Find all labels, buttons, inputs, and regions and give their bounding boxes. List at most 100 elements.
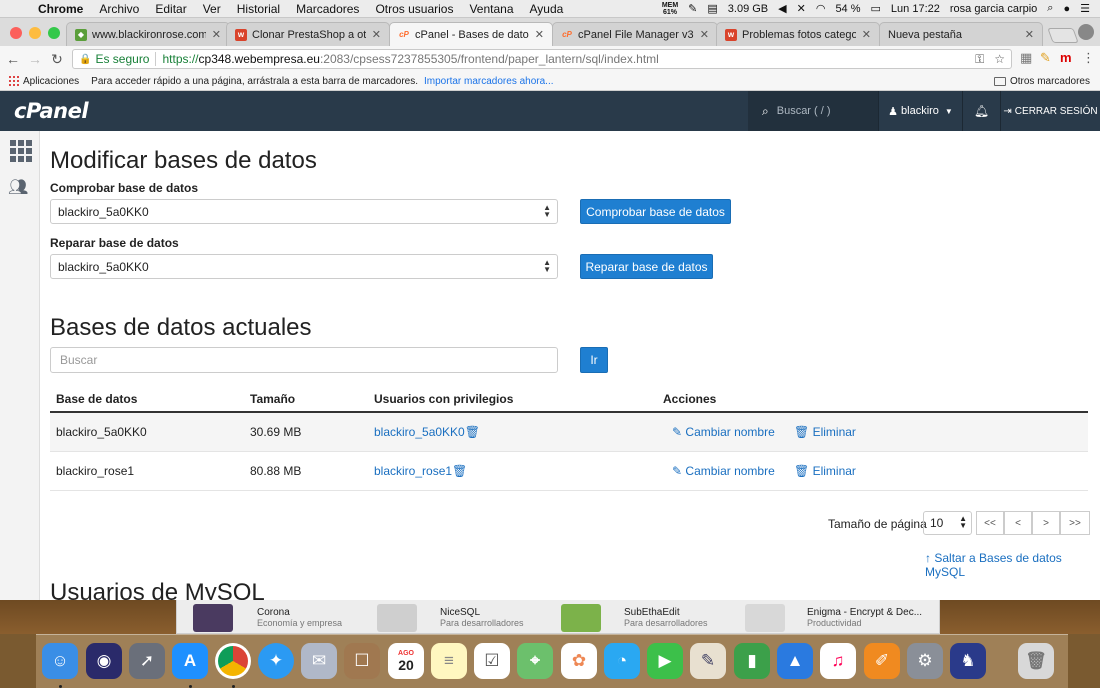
rename-action[interactable]: ✎ Cambiar nombre bbox=[672, 425, 775, 439]
corona-app-icon[interactable] bbox=[193, 604, 233, 632]
wifi-icon[interactable]: ◠ bbox=[816, 2, 826, 15]
messages-icon[interactable]: ◔ bbox=[604, 643, 640, 679]
siri-icon[interactable]: ◉ bbox=[86, 643, 122, 679]
battery-status[interactable]: 54 % bbox=[835, 3, 860, 15]
close-window-button[interactable] bbox=[10, 27, 22, 39]
menu-otros-usuarios[interactable]: Otros usuarios bbox=[375, 2, 453, 16]
trash-icon[interactable]: 🗑︎ bbox=[1018, 643, 1054, 679]
extension-wrench-icon[interactable]: ✎ bbox=[1040, 50, 1051, 66]
forward-icon[interactable]: → bbox=[26, 51, 44, 67]
launchpad-icon[interactable]: ➚ bbox=[129, 643, 165, 679]
menu-ventana[interactable]: Ventana bbox=[469, 2, 513, 16]
db-user-link[interactable]: blackiro_5a0KK0 bbox=[374, 425, 465, 439]
tab-blackironrose[interactable]: ◆ www.blackironrose.com/adm ✕ bbox=[66, 22, 230, 46]
db-user-link[interactable]: blackiro_rose1 bbox=[374, 464, 452, 478]
airdrop-icon[interactable]: ✕ bbox=[797, 2, 806, 15]
wrench-icon[interactable]: ✎ bbox=[688, 2, 697, 15]
menu-ayuda[interactable]: Ayuda bbox=[530, 2, 564, 16]
address-bar[interactable]: 🔒 Es seguro https:// cp348.webempresa.eu… bbox=[72, 49, 1012, 69]
safari-icon[interactable]: ✦ bbox=[258, 643, 294, 679]
sound-icon[interactable]: ◀ bbox=[778, 2, 786, 15]
clock[interactable]: Lun 17:22 bbox=[891, 3, 940, 15]
pages-icon[interactable]: ✎ bbox=[690, 643, 726, 679]
menu-editar[interactable]: Editar bbox=[155, 2, 186, 16]
tab-cpanel-bases-de-datos[interactable]: cP cPanel - Bases de datos de M ✕ bbox=[389, 22, 553, 46]
close-tab-icon[interactable]: ✕ bbox=[535, 28, 544, 41]
profile-avatar-icon[interactable] bbox=[1078, 24, 1094, 40]
user-menu[interactable]: ♟ blackiro ▼ bbox=[878, 91, 962, 131]
new-tab-button[interactable] bbox=[1047, 28, 1079, 43]
maps-icon[interactable]: ⌖ bbox=[517, 643, 553, 679]
notes-icon[interactable]: ≡ bbox=[431, 643, 467, 679]
itunes-icon[interactable]: ♫ bbox=[820, 643, 856, 679]
mail-icon[interactable]: ✉ bbox=[301, 643, 337, 679]
database-search-input[interactable] bbox=[50, 347, 558, 373]
rename-action[interactable]: ✎ Cambiar nombre bbox=[672, 464, 775, 478]
tab-clonar-prestashop[interactable]: w Clonar PrestaShop a otra cu ✕ bbox=[226, 22, 390, 46]
subethaedit-app-icon[interactable] bbox=[561, 604, 601, 632]
keynote-icon[interactable]: ▲ bbox=[777, 643, 813, 679]
memory-status[interactable]: MEM 61% bbox=[662, 2, 678, 16]
check-db-button[interactable]: Comprobar base de datos bbox=[580, 199, 731, 224]
storage-value[interactable]: 3.09 GB bbox=[728, 3, 768, 15]
drive-icon[interactable]: ▤ bbox=[707, 2, 717, 15]
last-page-button[interactable]: >> bbox=[1060, 511, 1090, 535]
close-tab-icon[interactable]: ✕ bbox=[372, 28, 381, 41]
trash-icon[interactable]: 🗑︎ bbox=[452, 464, 467, 478]
other-bookmarks[interactable]: Otros marcadores bbox=[993, 76, 1090, 87]
back-icon[interactable]: ← bbox=[4, 51, 22, 67]
delete-action[interactable]: 🗑︎ Eliminar bbox=[794, 425, 856, 439]
siri-icon[interactable]: ● bbox=[1063, 3, 1070, 15]
store-item-corona[interactable]: Corona Economía y empresa bbox=[257, 607, 342, 629]
menu-historial[interactable]: Historial bbox=[237, 2, 280, 16]
users-icon[interactable]: 👥︎ bbox=[8, 177, 28, 197]
import-bookmarks-link[interactable]: Importar marcadores ahora... bbox=[424, 76, 554, 87]
extension-icon[interactable]: ▦ bbox=[1020, 50, 1032, 66]
delete-action[interactable]: 🗑︎ Eliminar bbox=[794, 464, 856, 478]
tab-cpanel-file-manager[interactable]: cP cPanel File Manager v3 ✕ bbox=[552, 22, 718, 46]
reload-icon[interactable]: ↻ bbox=[48, 51, 66, 68]
jump-to-mysql-link[interactable]: ↑ Saltar a Bases de datos MySQL bbox=[925, 551, 1100, 579]
store-item-subethaedit[interactable]: SubEthaEdit Para desarrolladores bbox=[624, 607, 708, 629]
menu-app-name[interactable]: Chrome bbox=[38, 2, 83, 16]
current-user[interactable]: rosa garcia carpio bbox=[950, 3, 1037, 15]
tab-problemas-fotos[interactable]: w Problemas fotos categorías ✕ bbox=[716, 22, 880, 46]
tab-nueva-pestana[interactable]: Nueva pestaña ✕ bbox=[879, 22, 1043, 46]
page-size-select[interactable]: 10 ▲ ▼ bbox=[923, 511, 972, 535]
first-page-button[interactable]: << bbox=[976, 511, 1004, 535]
cpanel-search[interactable]: ⌕ Buscar ( / ) bbox=[748, 91, 878, 131]
store-item-enigma[interactable]: Enigma - Encrypt & Dec... Productividad bbox=[807, 607, 922, 629]
photos-icon[interactable]: ✿ bbox=[561, 643, 597, 679]
spotlight-icon[interactable]: ⌕ bbox=[1047, 2, 1053, 15]
menu-ver[interactable]: Ver bbox=[203, 2, 221, 16]
close-tab-icon[interactable]: ✕ bbox=[700, 28, 709, 41]
notification-center-icon[interactable]: ☰ bbox=[1080, 2, 1090, 15]
enigma-app-icon[interactable] bbox=[745, 604, 785, 632]
next-page-button[interactable]: > bbox=[1032, 511, 1060, 535]
close-tab-icon[interactable]: ✕ bbox=[212, 28, 221, 41]
numbers-icon[interactable]: ▮ bbox=[734, 643, 770, 679]
repair-db-select[interactable]: blackiro_5a0KK0 ▲ ▼ bbox=[50, 254, 558, 279]
repair-db-button[interactable]: Reparar base de datos bbox=[580, 254, 713, 279]
col-database[interactable]: Base de datos bbox=[56, 392, 137, 406]
prev-page-button[interactable]: < bbox=[1004, 511, 1032, 535]
bookmark-star-icon[interactable]: ☆ bbox=[994, 52, 1005, 67]
finder-icon[interactable]: ☺ bbox=[42, 643, 78, 679]
app-store-icon[interactable]: A bbox=[172, 643, 208, 679]
go-button[interactable]: Ir bbox=[580, 347, 608, 373]
trash-icon[interactable]: 🗑︎ bbox=[465, 425, 480, 439]
menu-marcadores[interactable]: Marcadores bbox=[296, 2, 359, 16]
cpanel-logo[interactable]: cPanel bbox=[14, 99, 89, 123]
close-tab-icon[interactable]: ✕ bbox=[862, 28, 871, 41]
nicesql-app-icon[interactable] bbox=[377, 604, 417, 632]
calendar-icon[interactable]: AGO 20 bbox=[388, 643, 424, 679]
facetime-icon[interactable]: ▶ bbox=[647, 643, 683, 679]
logout-button[interactable]: ⇥ CERRAR SESIÓN bbox=[1000, 91, 1100, 131]
extension-m-icon[interactable]: m bbox=[1060, 50, 1072, 65]
check-db-select[interactable]: blackiro_5a0KK0 ▲ ▼ bbox=[50, 199, 558, 224]
migration-icon[interactable]: ♞ bbox=[950, 643, 986, 679]
browser-menu-icon[interactable]: ⋮ bbox=[1082, 50, 1095, 66]
home-grid-icon[interactable] bbox=[10, 140, 32, 162]
apps-shortcut[interactable]: Aplicaciones bbox=[9, 76, 79, 87]
close-tab-icon[interactable]: ✕ bbox=[1025, 28, 1034, 41]
